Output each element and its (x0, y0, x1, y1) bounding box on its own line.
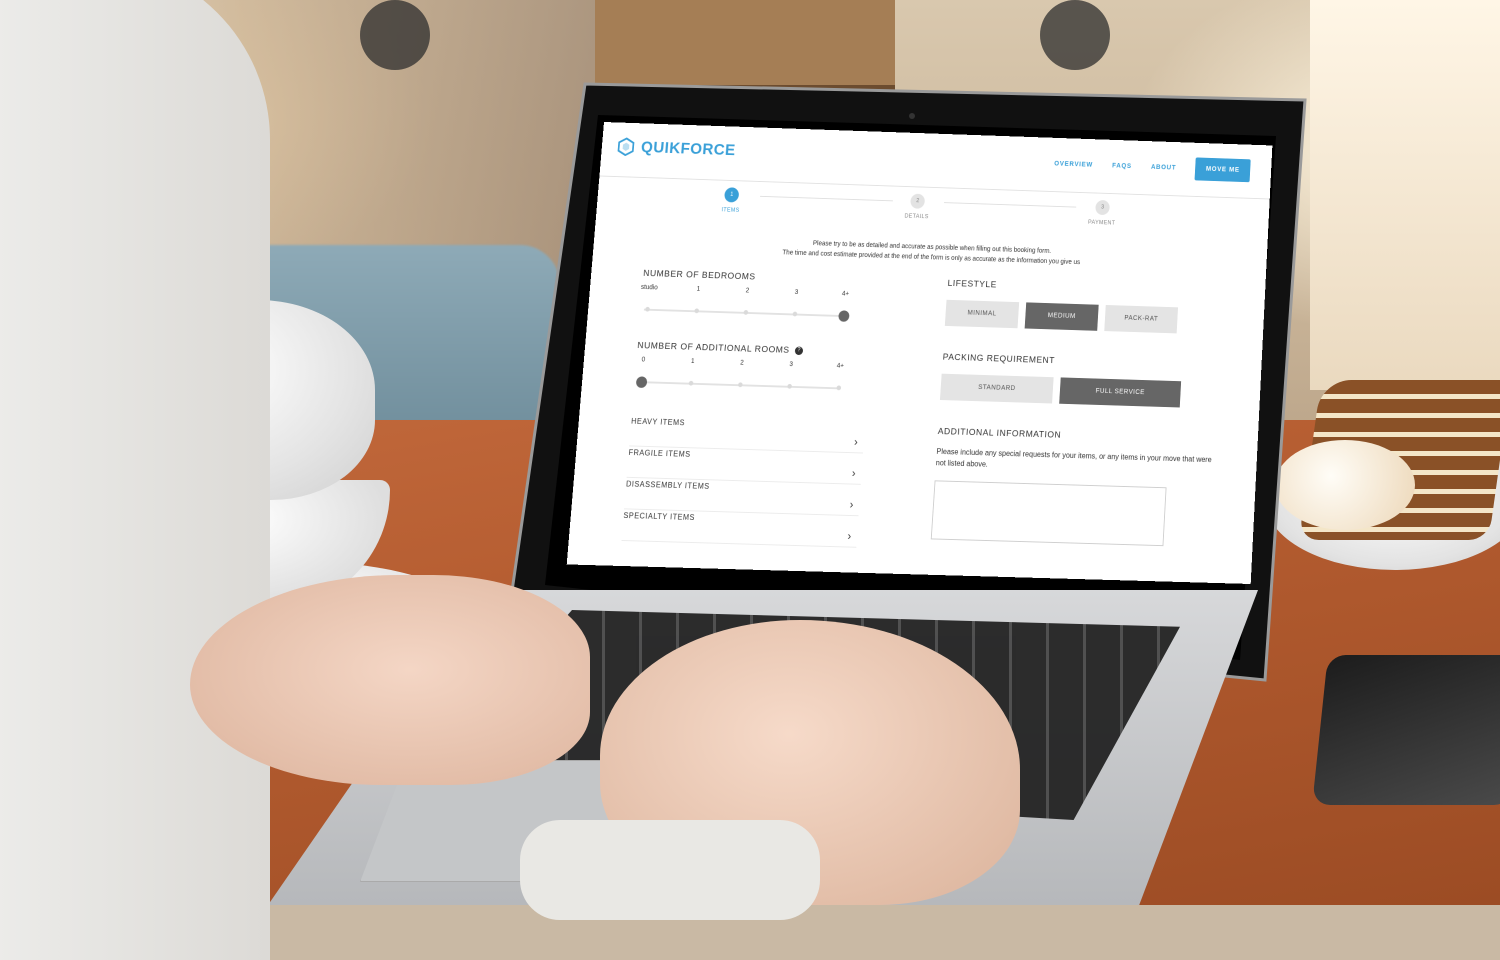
slider-stop (836, 385, 841, 390)
brand-name: QUIKFORCE (640, 138, 736, 160)
left-column: NUMBER OF BEDROOMS studio 1 2 3 4+ NUMBE… (621, 268, 875, 547)
chevron-right-icon: › (852, 466, 857, 479)
item-category-label: HEAVY ITEMS (631, 417, 685, 427)
slider-handle[interactable] (636, 376, 648, 388)
packing-standard-button[interactable]: STANDARD (940, 374, 1054, 404)
left-hand (190, 575, 590, 785)
bedrooms-tick-labels: studio 1 2 3 4+ (641, 284, 874, 303)
step-details[interactable]: 2 DETAILS (890, 193, 945, 221)
item-category-label: FRAGILE ITEMS (628, 448, 691, 458)
right-column: LIFESTYLE MINIMAL MEDIUM PACK-RAT PACKIN… (931, 278, 1222, 547)
packing-title: PACKING REQUIREMENT (942, 352, 1217, 371)
chevron-right-icon: › (849, 498, 854, 511)
item-category-label: SPECIALTY ITEMS (623, 511, 695, 522)
slider-stop (694, 308, 699, 313)
whipped-cream (1275, 440, 1415, 530)
step-label: DETAILS (890, 213, 943, 220)
tick-label: 3 (789, 361, 793, 368)
specialty-items-row[interactable]: SPECIALTY ITEMS › (621, 509, 858, 547)
tick-label: 2 (740, 360, 744, 367)
tick-label: 0 (641, 357, 645, 364)
lifestyle-packrat-button[interactable]: PACK-RAT (1104, 305, 1178, 333)
slider-stop (645, 307, 650, 312)
lifestyle-title: LIFESTYLE (947, 278, 1221, 297)
main-nav: OVERVIEW FAQS ABOUT MOVE ME (1054, 153, 1251, 183)
sleeve (520, 820, 820, 920)
nav-faqs[interactable]: FAQS (1112, 163, 1132, 170)
background-window (1310, 0, 1500, 390)
question-icon[interactable]: ? (795, 346, 804, 355)
slider-stop (787, 384, 792, 389)
slider-handle[interactable] (838, 310, 849, 322)
lifestyle-medium-button[interactable]: MEDIUM (1025, 302, 1099, 330)
item-category-label: DISASSEMBLY ITEMS (626, 480, 710, 491)
lifestyle-minimal-button[interactable]: MINIMAL (945, 300, 1019, 328)
step-number: 3 (1095, 200, 1110, 215)
bedrooms-slider[interactable]: studio 1 2 3 4+ (639, 284, 874, 336)
lifestyle-options: MINIMAL MEDIUM PACK-RAT (945, 300, 1220, 335)
step-number: 2 (910, 194, 925, 209)
background-headphones-left (360, 0, 430, 70)
slider-stop (689, 381, 694, 386)
packing-full-service-button[interactable]: FULL SERVICE (1059, 377, 1181, 407)
person-shoulder (0, 0, 270, 960)
move-me-button[interactable]: MOVE ME (1195, 157, 1251, 182)
additional-info-title: ADDITIONAL INFORMATION (938, 426, 1214, 445)
background-headphones-right (1040, 0, 1110, 70)
nav-about[interactable]: ABOUT (1151, 164, 1177, 171)
hexagon-icon (617, 137, 635, 156)
step-connector (944, 202, 1076, 207)
step-label: PAYMENT (1075, 220, 1128, 227)
nav-overview[interactable]: OVERVIEW (1054, 161, 1093, 169)
item-categories-list: HEAVY ITEMS › FRAGILE ITEMS › DISASSEMBL… (621, 415, 865, 548)
chevron-right-icon: › (847, 529, 852, 543)
chevron-right-icon: › (854, 435, 859, 448)
additional-info-description: Please include any special requests for … (935, 446, 1212, 477)
step-payment[interactable]: 3 PAYMENT (1075, 199, 1129, 227)
smartphone (1312, 655, 1500, 805)
slider-track (638, 381, 839, 389)
step-label: ITEMS (704, 207, 758, 214)
brand-logo[interactable]: QUIKFORCE (617, 137, 736, 160)
tick-label: 1 (691, 358, 695, 365)
bedrooms-title: NUMBER OF BEDROOMS (643, 268, 875, 286)
additional-rooms-slider[interactable]: 0 1 2 3 4+ (633, 356, 869, 409)
tick-label: 4+ (842, 291, 850, 298)
step-connector (760, 196, 893, 201)
slider-stop (743, 310, 748, 315)
tick-label: 3 (795, 289, 799, 296)
slider-stop (793, 312, 798, 317)
slider-stop (738, 382, 743, 387)
step-items[interactable]: 1 ITEMS (704, 187, 759, 215)
rooms-tick-labels: 0 1 2 3 4+ (636, 356, 870, 375)
additional-rooms-label: NUMBER OF ADDITIONAL ROOMS (637, 340, 790, 355)
packing-options: STANDARD FULL SERVICE (940, 374, 1217, 409)
background-corkboard (595, 0, 895, 91)
laptop-screen-webpage: QUIKFORCE OVERVIEW FAQS ABOUT MOVE ME 1 … (567, 122, 1273, 584)
tick-label: 2 (746, 288, 750, 295)
tick-label: 4+ (837, 363, 845, 370)
tick-label: studio (641, 284, 658, 291)
tick-label: 1 (696, 286, 700, 293)
slider-track (644, 309, 844, 317)
step-number: 1 (724, 187, 739, 202)
additional-info-textarea[interactable] (931, 480, 1167, 546)
additional-rooms-title: NUMBER OF ADDITIONAL ROOMS ? (637, 340, 870, 358)
